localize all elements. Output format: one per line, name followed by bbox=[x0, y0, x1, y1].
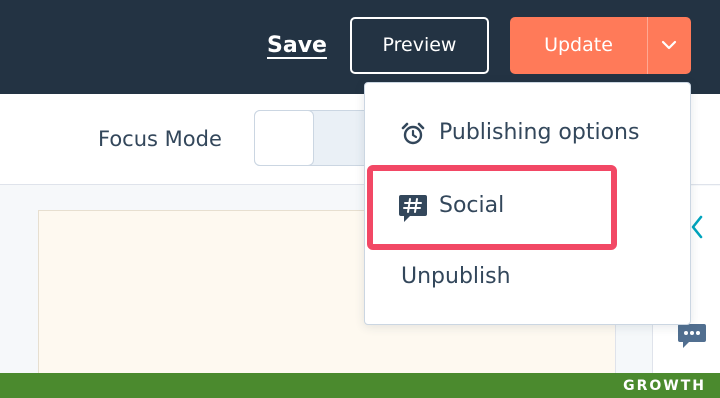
menu-item-publishing-options[interactable]: Publishing options bbox=[365, 105, 690, 161]
update-button-group: Update bbox=[510, 17, 691, 74]
chevron-left-icon[interactable] bbox=[689, 214, 705, 240]
update-button[interactable]: Update bbox=[510, 17, 647, 74]
menu-item-label: Unpublish bbox=[401, 264, 511, 289]
menu-item-label: Publishing options bbox=[439, 120, 640, 145]
focus-mode-label: Focus Mode bbox=[98, 127, 222, 151]
preview-button[interactable]: Preview bbox=[350, 17, 489, 74]
chat-icon[interactable] bbox=[677, 322, 707, 350]
toggle-knob bbox=[254, 110, 314, 166]
alarm-clock-icon bbox=[401, 122, 425, 145]
brand-footer-bar: GROWTH bbox=[0, 373, 720, 398]
social-highlight-annotation bbox=[367, 165, 617, 250]
update-dropdown-toggle[interactable] bbox=[648, 17, 691, 74]
menu-item-unpublish[interactable]: Unpublish bbox=[365, 249, 690, 305]
save-button[interactable]: Save bbox=[267, 31, 327, 61]
editor-header: Save Preview Update bbox=[0, 0, 720, 94]
growth-logo: GROWTH bbox=[623, 378, 706, 394]
chevron-down-icon bbox=[661, 40, 677, 50]
